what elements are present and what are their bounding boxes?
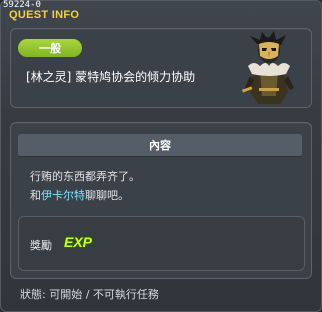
description-line: 行贿的东西都弄齐了。 (30, 170, 140, 183)
quest-status: 狀態: 可開始 / 不可執行任務 (20, 288, 159, 301)
reward-label: 獎勵 (30, 239, 52, 252)
exp-icon: EXP (64, 234, 93, 250)
category-badge: 一般 (18, 39, 82, 57)
quest-title: [林之灵] 蒙特鸠协会的倾力协助 (26, 70, 196, 84)
npc-portrait (241, 31, 294, 104)
description-text: 聊聊吧。 (85, 189, 129, 202)
description-line: 和伊卡尔特聊聊吧。 (30, 187, 129, 203)
window-title: QUEST INFO (9, 9, 80, 21)
npc-name-link[interactable]: 伊卡尔特 (41, 189, 85, 202)
content-header: 內容 (18, 134, 302, 157)
description-text: 和 (30, 189, 41, 202)
reward-panel (18, 216, 305, 271)
